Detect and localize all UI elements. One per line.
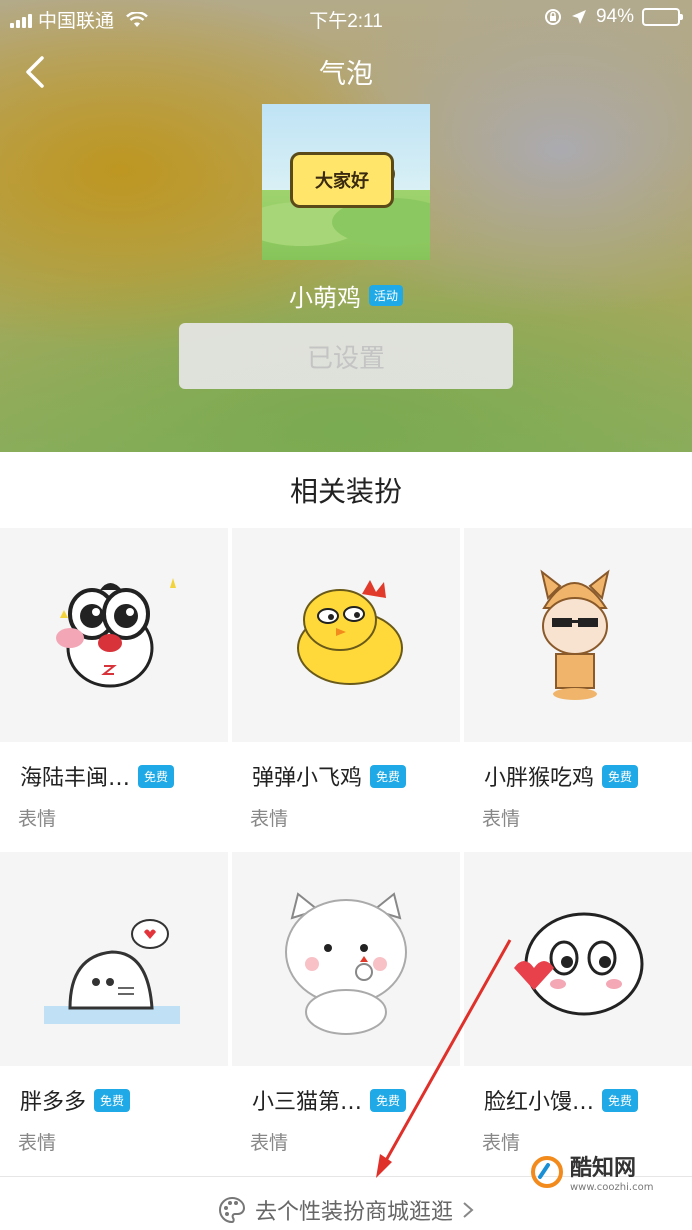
watermark: 酷知网 www.coozhi.com — [530, 1150, 653, 1193]
watermark-title: 酷知网 — [570, 1156, 637, 1181]
item-name: 小萌鸡 — [288, 284, 361, 312]
related-card[interactable]: 弹弹小飞鸡 免费 表情 — [232, 528, 460, 831]
card-name: 胖多多 — [20, 1090, 87, 1115]
card-name: 海陆丰闽… — [20, 766, 131, 791]
free-badge: 免费 — [138, 764, 175, 788]
sticker-thumbnail — [464, 852, 692, 1066]
free-badge: 免费 — [370, 1088, 407, 1112]
dog-hat-sticker-icon — [540, 569, 610, 700]
sticker-thumbnail — [232, 852, 460, 1066]
palette-icon — [218, 1196, 245, 1224]
card-type: 表情 — [482, 808, 521, 830]
location-icon — [571, 10, 586, 24]
item-name-row: 小萌鸡 活动 — [0, 278, 692, 313]
bun-sticker-icon — [514, 912, 644, 1016]
card-name: 小三猫第… — [252, 1090, 363, 1115]
orientation-lock-icon — [544, 9, 561, 25]
related-section-title: 相关装扮 — [289, 475, 402, 508]
go-to-mall-link[interactable]: 去个性装扮商城逛逛 — [0, 1194, 692, 1226]
page-title: 气泡 — [319, 59, 373, 90]
already-set-button[interactable]: 已设置 — [179, 323, 513, 389]
status-bar: 中国联通 下午2:11 94% — [0, 0, 692, 36]
card-type: 表情 — [250, 808, 289, 830]
card-name: 弹弹小飞鸡 — [252, 766, 363, 791]
go-to-mall-label: 去个性装扮商城逛逛 — [254, 1200, 453, 1225]
nav-bar: 气泡 — [0, 44, 692, 98]
battery-icon — [642, 8, 683, 26]
bubble-preview-image: 大家好 — [262, 104, 430, 260]
watermark-logo-icon — [531, 1155, 563, 1188]
hero-header: 中国联通 下午2:11 94% 气泡 大家好 小萌鸡 活动 已设置 — [0, 0, 692, 452]
free-badge: 免费 — [602, 1088, 639, 1112]
related-card[interactable]: 脸红小馒… 免费 表情 — [464, 852, 692, 1155]
sticker-thumbnail — [0, 528, 228, 742]
related-card[interactable]: 海陆丰闽… 免费 表情 — [0, 528, 228, 831]
chick-sticker-icon — [297, 580, 403, 685]
card-type: 表情 — [18, 1132, 57, 1154]
sticker-thumbnail — [0, 852, 228, 1066]
card-type: 表情 — [18, 808, 57, 830]
sticker-thumbnail — [232, 528, 460, 742]
preview-bubble-text: 大家好 — [290, 152, 394, 208]
battery-percent: 94% — [595, 6, 634, 27]
cat-sticker-icon — [285, 892, 407, 1035]
related-card[interactable]: 小三猫第… 免费 表情 — [232, 852, 460, 1155]
card-name: 小胖猴吃鸡 — [484, 766, 595, 791]
free-badge: 免费 — [602, 764, 639, 788]
sticker-thumbnail — [464, 528, 692, 742]
seal-sticker-icon — [44, 919, 180, 1024]
card-name: 脸红小馒… — [484, 1090, 595, 1115]
related-card[interactable]: 胖多多 免费 表情 — [0, 852, 228, 1155]
watermark-url: www.coozhi.com — [570, 1182, 654, 1193]
panda-sticker-icon — [56, 578, 176, 688]
chevron-right-icon — [463, 1202, 474, 1218]
card-type: 表情 — [250, 1132, 289, 1154]
related-card[interactable]: 小胖猴吃鸡 免费 表情 — [464, 528, 692, 831]
free-badge: 免费 — [94, 1088, 131, 1112]
free-badge: 免费 — [370, 764, 407, 788]
activity-badge: 活动 — [368, 285, 403, 306]
